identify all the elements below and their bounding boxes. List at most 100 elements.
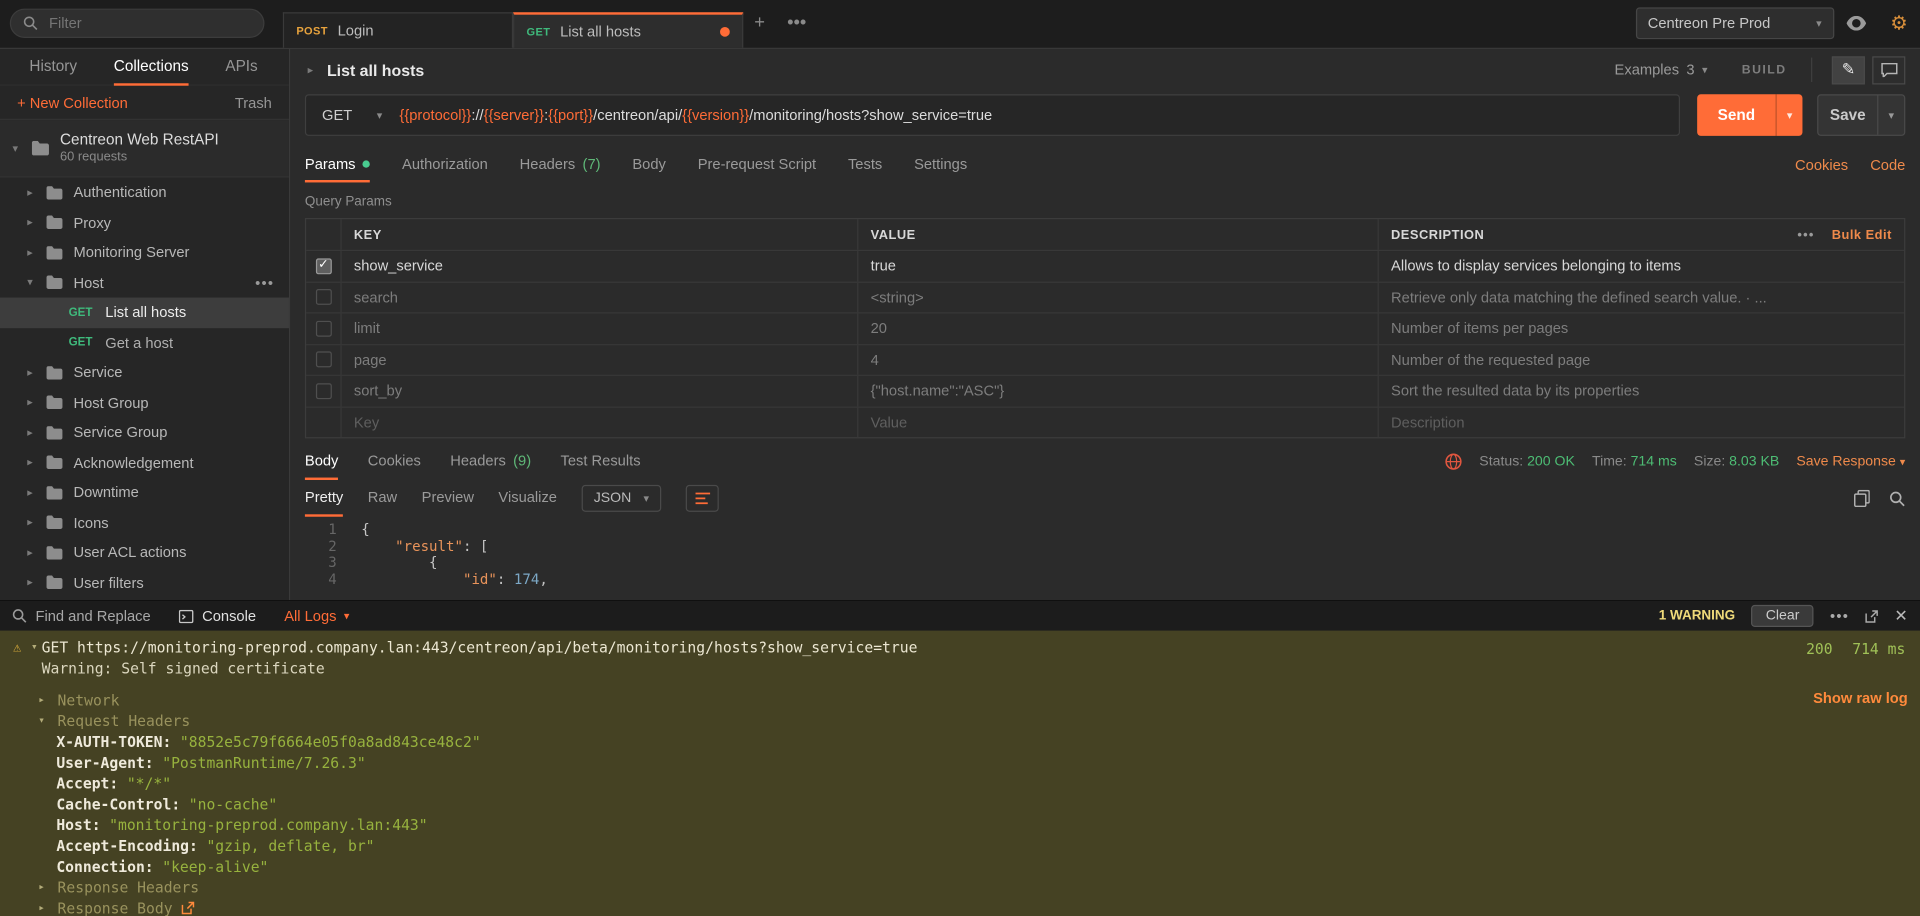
tab-pre-request-script[interactable]: Pre-request Script — [698, 148, 816, 182]
folder-acknowledgement[interactable]: ▸ Acknowledgement — [0, 448, 289, 478]
folder-user-acl-actions[interactable]: ▸ User ACL actions — [0, 538, 289, 568]
view-tab-raw[interactable]: Raw — [368, 480, 397, 517]
sidebar-tab-collections[interactable]: Collections — [114, 49, 189, 85]
save-options-button[interactable]: ▾ — [1877, 96, 1904, 135]
response-tab-cookies[interactable]: Cookies — [368, 443, 421, 480]
response-tab-headers[interactable]: Headers (9) — [450, 443, 531, 480]
sidebar-tab-apis[interactable]: APIs — [225, 49, 257, 85]
tab-list-all-hosts[interactable]: GET List all hosts — [513, 12, 743, 48]
folder-icons[interactable]: ▸ Icons — [0, 508, 289, 538]
param-key[interactable]: limit — [340, 313, 857, 343]
param-description[interactable]: Number of items per pages — [1378, 313, 1905, 343]
param-value[interactable]: {"host.name":"ASC"} — [857, 376, 1377, 406]
param-value[interactable]: 4 — [857, 345, 1377, 375]
tab-tests[interactable]: Tests — [848, 148, 882, 182]
format-selector[interactable]: JSON ▾ — [581, 485, 661, 512]
param-checkbox-checked[interactable]: ✓ — [315, 258, 331, 274]
param-value[interactable]: 20 — [857, 313, 1377, 343]
folder-downtime[interactable]: ▸ Downtime — [0, 478, 289, 508]
edit-request-button[interactable]: ✎ — [1832, 56, 1865, 84]
send-button[interactable]: Send — [1697, 94, 1775, 136]
comments-button[interactable] — [1872, 56, 1905, 84]
table-options-icon[interactable]: ••• — [1797, 227, 1814, 242]
collection-expand-caret-icon[interactable]: ▾ — [10, 141, 21, 154]
param-checkbox[interactable] — [315, 321, 331, 337]
collection-item[interactable]: ▾ Centreon Web RestAPI 60 requests — [0, 119, 289, 178]
view-tab-pretty[interactable]: Pretty — [305, 480, 343, 517]
folder-authentication[interactable]: ▸ Authentication — [0, 178, 289, 208]
param-description[interactable]: Allows to display services belonging to … — [1378, 251, 1905, 281]
external-link-icon[interactable] — [181, 901, 194, 914]
view-tab-visualize[interactable]: Visualize — [498, 480, 557, 517]
param-key-placeholder[interactable]: Key — [340, 407, 857, 437]
examples-dropdown[interactable]: Examples 3 ▾ — [1605, 61, 1718, 78]
folder-host[interactable]: ▾ Host ••• — [0, 268, 289, 298]
folder-proxy[interactable]: ▸ Proxy — [0, 208, 289, 238]
method-selector[interactable]: GET ▾ — [306, 107, 399, 124]
console-log-entry[interactable]: ⚠ ▾ GET https://monitoring-preprod.compa… — [0, 637, 1920, 658]
sidebar-tab-history[interactable]: History — [29, 49, 77, 85]
clear-console-button[interactable]: Clear — [1751, 605, 1814, 627]
log-section-response-body[interactable]: ▸ Response Body — [0, 898, 1920, 916]
open-in-new-icon[interactable] — [1865, 609, 1878, 622]
log-section-network[interactable]: ▸ Network — [0, 689, 1920, 710]
param-description[interactable]: Number of the requested page — [1378, 345, 1905, 375]
tab-headers[interactable]: Headers (7) — [520, 148, 601, 182]
tab-options-icon[interactable]: ••• — [776, 0, 817, 47]
url-input[interactable]: {{protocol}}://{{server}}:{{port}}/centr… — [399, 107, 992, 124]
bulk-edit-link[interactable]: Bulk Edit — [1832, 227, 1892, 242]
folder-service-group[interactable]: ▸ Service Group — [0, 418, 289, 448]
network-globe-icon[interactable] — [1445, 453, 1462, 470]
response-tab-test-results[interactable]: Test Results — [561, 443, 641, 480]
trash-button[interactable]: Trash — [235, 94, 272, 111]
sidebar-filter[interactable] — [10, 9, 265, 38]
close-console-icon[interactable]: ✕ — [1894, 606, 1907, 626]
copy-icon[interactable] — [1854, 490, 1870, 507]
log-section-response-headers[interactable]: ▸ Response Headers — [0, 877, 1920, 898]
save-button[interactable]: Save — [1818, 96, 1877, 135]
request-get-a-host[interactable]: GET Get a host — [0, 328, 289, 358]
param-key[interactable]: search — [340, 282, 857, 312]
tab-params[interactable]: Params — [305, 148, 370, 182]
param-description-placeholder[interactable]: Description — [1378, 407, 1905, 437]
tab-body[interactable]: Body — [632, 148, 666, 182]
tab-authorization[interactable]: Authorization — [402, 148, 488, 182]
send-options-button[interactable]: ▾ — [1776, 94, 1803, 136]
search-response-icon[interactable] — [1889, 490, 1905, 506]
settings-button[interactable]: ⚙ — [1878, 0, 1920, 47]
response-tab-body[interactable]: Body — [305, 443, 339, 480]
param-value[interactable]: true — [857, 251, 1377, 281]
show-raw-log-link[interactable]: Show raw log — [1813, 689, 1908, 706]
param-value-placeholder[interactable]: Value — [857, 407, 1377, 437]
param-value[interactable]: <string> — [857, 282, 1377, 312]
save-response-dropdown[interactable]: Save Response ▾ — [1796, 454, 1905, 469]
param-key[interactable]: show_service — [340, 251, 857, 281]
cookies-link[interactable]: Cookies — [1795, 157, 1848, 174]
console-options-icon[interactable]: ••• — [1830, 607, 1849, 624]
log-expand-caret-icon[interactable]: ▾ — [27, 641, 42, 653]
find-and-replace-button[interactable]: Find and Replace — [12, 607, 150, 624]
code-link[interactable]: Code — [1870, 157, 1905, 174]
filter-input[interactable] — [47, 13, 251, 33]
log-filter-dropdown[interactable]: All Logs ▾ — [284, 607, 349, 624]
tab-login[interactable]: POST Login — [283, 12, 513, 48]
request-list-all-hosts[interactable]: GET List all hosts — [0, 298, 289, 328]
folder-host-group[interactable]: ▸ Host Group — [0, 388, 289, 418]
param-key[interactable]: sort_by — [340, 376, 857, 406]
param-description[interactable]: Sort the resulted data by its properties — [1378, 376, 1905, 406]
folder-service[interactable]: ▸ Service — [0, 358, 289, 388]
request-title-caret-icon[interactable]: ▸ — [305, 63, 316, 76]
console-tab[interactable]: Console — [179, 607, 256, 624]
folder-user-filters[interactable]: ▸ User filters — [0, 568, 289, 598]
param-checkbox[interactable] — [315, 289, 331, 305]
param-checkbox[interactable] — [315, 352, 331, 368]
param-description[interactable]: Retrieve only data matching the defined … — [1378, 282, 1905, 312]
folder-monitoring-server[interactable]: ▸ Monitoring Server — [0, 238, 289, 268]
new-collection-button[interactable]: + New Collection — [17, 94, 128, 111]
param-checkbox[interactable] — [315, 383, 331, 399]
folder-options-icon[interactable]: ••• — [255, 274, 274, 291]
wrap-lines-button[interactable] — [686, 485, 719, 512]
environment-quick-look-button[interactable] — [1834, 0, 1878, 47]
param-key[interactable]: page — [340, 345, 857, 375]
view-tab-preview[interactable]: Preview — [422, 480, 474, 517]
